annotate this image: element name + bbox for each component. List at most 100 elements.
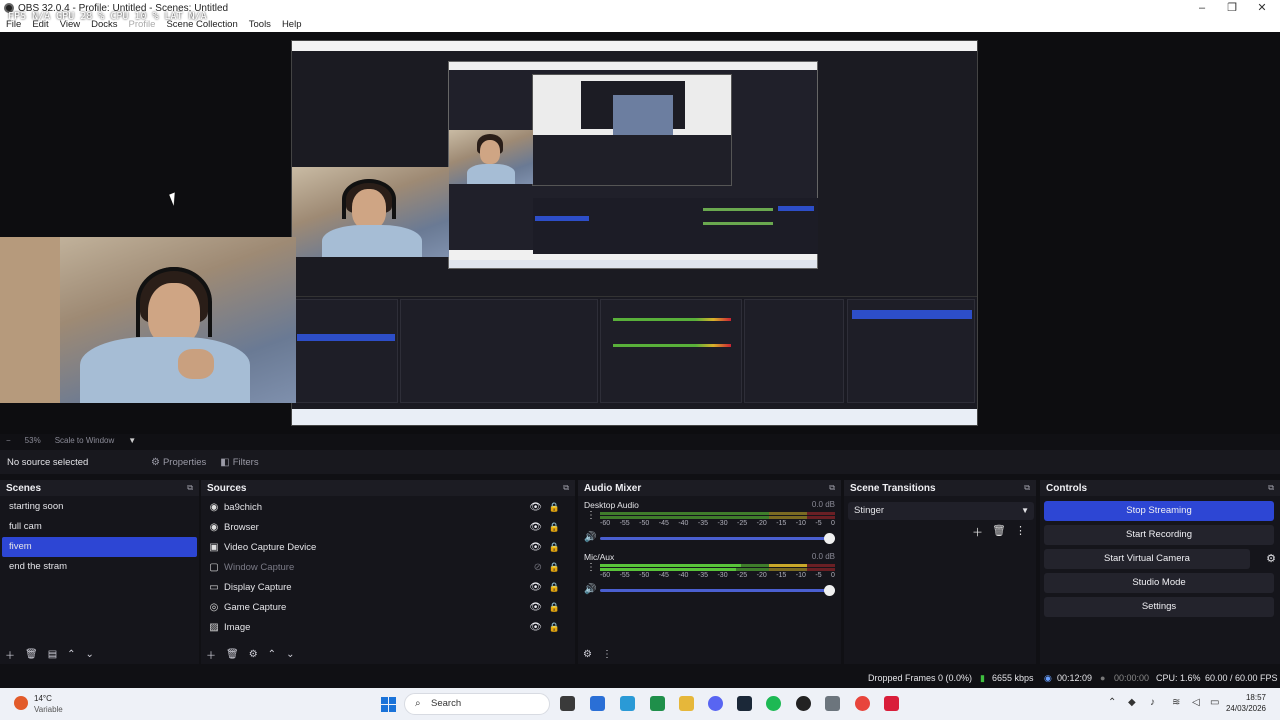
transition-menu-icon[interactable]: ⋮ bbox=[1015, 524, 1026, 540]
clock[interactable]: 18:57 24/03/2026 bbox=[1226, 692, 1266, 714]
source-item[interactable]: ◎ Game Capture 👁 🔒 bbox=[201, 597, 575, 617]
channel-db: 0.0 dB bbox=[811, 552, 835, 561]
tray-app-icon[interactable]: ◆ bbox=[1128, 697, 1136, 708]
tray-chevron-icon[interactable]: ⌃ bbox=[1108, 697, 1116, 708]
advanced-audio-icon[interactable]: ⚙ bbox=[583, 649, 592, 660]
add-transition-icon[interactable]: ＋ bbox=[972, 524, 983, 540]
undock-icon[interactable]: ⧉ bbox=[1024, 483, 1030, 493]
move-down-icon[interactable]: ⌄ bbox=[286, 649, 294, 660]
scale-mode-select[interactable]: Scale to Window bbox=[55, 436, 115, 445]
channel-menu-icon[interactable]: ⋮ bbox=[586, 563, 596, 573]
speaker-icon[interactable]: 🔊 bbox=[584, 532, 596, 543]
app-icon[interactable] bbox=[884, 696, 899, 711]
weather-icon[interactable] bbox=[14, 696, 28, 710]
volume-icon[interactable]: ◁ bbox=[1192, 697, 1200, 708]
start-recording-button[interactable]: Start Recording bbox=[1044, 525, 1274, 545]
scale-mode-arrow-icon[interactable]: ▼ bbox=[128, 436, 136, 445]
visibility-eye-icon[interactable]: 👁 bbox=[529, 602, 542, 613]
scene-item[interactable]: full cam bbox=[2, 517, 197, 537]
remove-source-icon[interactable]: 🗑 bbox=[226, 649, 239, 660]
virtual-camera-settings-gear-icon[interactable]: ⚙ bbox=[1266, 552, 1276, 565]
wifi-icon[interactable]: ≋ bbox=[1172, 697, 1180, 708]
visibility-eye-icon[interactable]: 👁 bbox=[529, 622, 542, 633]
source-item-hidden[interactable]: ▢ Window Capture ⊘ 🔒 bbox=[201, 557, 575, 577]
add-scene-icon[interactable]: ＋ bbox=[5, 647, 15, 662]
volume-slider[interactable] bbox=[600, 533, 835, 544]
task-view-icon[interactable] bbox=[560, 696, 575, 711]
scene-item[interactable]: starting soon bbox=[2, 497, 197, 517]
preview-area[interactable] bbox=[0, 32, 1280, 434]
lock-icon[interactable]: 🔒 bbox=[549, 622, 560, 633]
image-icon: ▨ bbox=[209, 621, 219, 633]
lock-icon[interactable]: 🔒 bbox=[549, 502, 560, 513]
mixer-footer: ⚙ ⋮ bbox=[578, 644, 841, 664]
source-item[interactable]: ◉ ba9chich 👁 🔒 bbox=[201, 497, 575, 517]
source-item[interactable]: ▭ Display Capture 👁 🔒 bbox=[201, 577, 575, 597]
store-icon[interactable] bbox=[590, 696, 605, 711]
microphone-icon[interactable]: ♪ bbox=[1150, 697, 1155, 708]
speaker-icon[interactable]: 🔊 bbox=[584, 584, 596, 595]
windows-start-icon[interactable] bbox=[381, 697, 396, 712]
undock-icon[interactable]: ⧉ bbox=[563, 483, 569, 493]
source-item[interactable]: ▣ Video Capture Device 👁 🔒 bbox=[201, 537, 575, 557]
source-item[interactable]: ◉ Browser 👁 🔒 bbox=[201, 517, 575, 537]
lock-icon[interactable]: 🔒 bbox=[549, 602, 560, 613]
source-item[interactable]: ▨ Image 👁 🔒 bbox=[201, 617, 575, 637]
lock-icon[interactable]: 🔒 bbox=[549, 562, 560, 573]
volume-knob[interactable] bbox=[824, 533, 835, 544]
visibility-eye-icon[interactable]: 👁 bbox=[529, 542, 542, 553]
start-virtual-camera-button[interactable]: Start Virtual Camera bbox=[1044, 549, 1250, 569]
lock-icon[interactable]: 🔒 bbox=[549, 522, 560, 533]
mixer-menu-icon[interactable]: ⋮ bbox=[602, 649, 612, 660]
studio-mode-button[interactable]: Studio Mode bbox=[1044, 573, 1274, 593]
remove-transition-icon[interactable]: 🗑 bbox=[992, 524, 1006, 540]
spotify-icon[interactable] bbox=[766, 696, 781, 711]
undock-icon[interactable]: ⧉ bbox=[187, 483, 193, 493]
edge-icon[interactable] bbox=[620, 696, 635, 711]
menu-tools[interactable]: Tools bbox=[249, 19, 271, 30]
visibility-eye-icon[interactable]: 👁 bbox=[529, 522, 542, 533]
move-down-icon[interactable]: ⌄ bbox=[86, 649, 94, 660]
obs-taskbar-icon[interactable] bbox=[796, 696, 811, 711]
transition-select[interactable]: Stinger ▼ bbox=[848, 502, 1034, 520]
file-explorer-icon[interactable] bbox=[679, 696, 694, 711]
stop-streaming-button[interactable]: Stop Streaming bbox=[1044, 501, 1274, 521]
source-properties-icon[interactable]: ⚙ bbox=[249, 649, 258, 660]
maximize-button[interactable]: ❐ bbox=[1218, 0, 1246, 16]
menu-help[interactable]: Help bbox=[282, 19, 302, 30]
move-up-icon[interactable]: ⌃ bbox=[67, 649, 75, 660]
battery-icon[interactable]: ▭ bbox=[1210, 697, 1219, 708]
scene-filters-icon[interactable]: ▤ bbox=[48, 649, 57, 660]
settings-app-icon[interactable] bbox=[825, 696, 840, 711]
settings-button[interactable]: Settings bbox=[1044, 597, 1274, 617]
dropped-frames: Dropped Frames 0 (0.0%) bbox=[868, 673, 973, 683]
minimize-button[interactable]: – bbox=[1188, 0, 1216, 16]
scene-transitions-title: Scene Transitions bbox=[850, 482, 936, 494]
volume-knob[interactable] bbox=[824, 585, 835, 596]
scene-item[interactable]: end the stram bbox=[2, 557, 197, 577]
weather-widget[interactable]: 14°C Variable bbox=[34, 693, 63, 715]
chrome-icon[interactable] bbox=[855, 696, 870, 711]
close-button[interactable]: ✕ bbox=[1248, 0, 1276, 16]
channel-menu-icon[interactable]: ⋮ bbox=[586, 511, 596, 521]
properties-button[interactable]: ⚙ Properties bbox=[145, 454, 212, 471]
visibility-eye-off-icon[interactable]: ⊘ bbox=[534, 562, 542, 573]
add-source-icon[interactable]: ＋ bbox=[206, 647, 216, 662]
volume-slider[interactable] bbox=[600, 585, 835, 596]
undock-icon[interactable]: ⧉ bbox=[1268, 483, 1274, 493]
move-up-icon[interactable]: ⌃ bbox=[268, 649, 276, 660]
scene-item-selected[interactable]: fivem bbox=[2, 537, 197, 557]
filters-button[interactable]: ◧ Filters bbox=[214, 454, 264, 471]
zoom-collapse-icon[interactable]: − bbox=[6, 436, 11, 445]
lock-icon[interactable]: 🔒 bbox=[549, 542, 560, 553]
visibility-eye-icon[interactable]: 👁 bbox=[529, 502, 542, 513]
remove-scene-icon[interactable]: 🗑 bbox=[25, 649, 38, 660]
undock-icon[interactable]: ⧉ bbox=[829, 483, 835, 493]
visibility-eye-icon[interactable]: 👁 bbox=[529, 582, 542, 593]
discord-icon[interactable] bbox=[708, 696, 723, 711]
excel-icon[interactable] bbox=[650, 696, 665, 711]
taskbar-search[interactable]: ⌕ Search bbox=[404, 693, 550, 715]
steam-icon[interactable] bbox=[737, 696, 752, 711]
lock-icon[interactable]: 🔒 bbox=[549, 582, 560, 593]
filter-icon: ◧ bbox=[220, 456, 230, 468]
